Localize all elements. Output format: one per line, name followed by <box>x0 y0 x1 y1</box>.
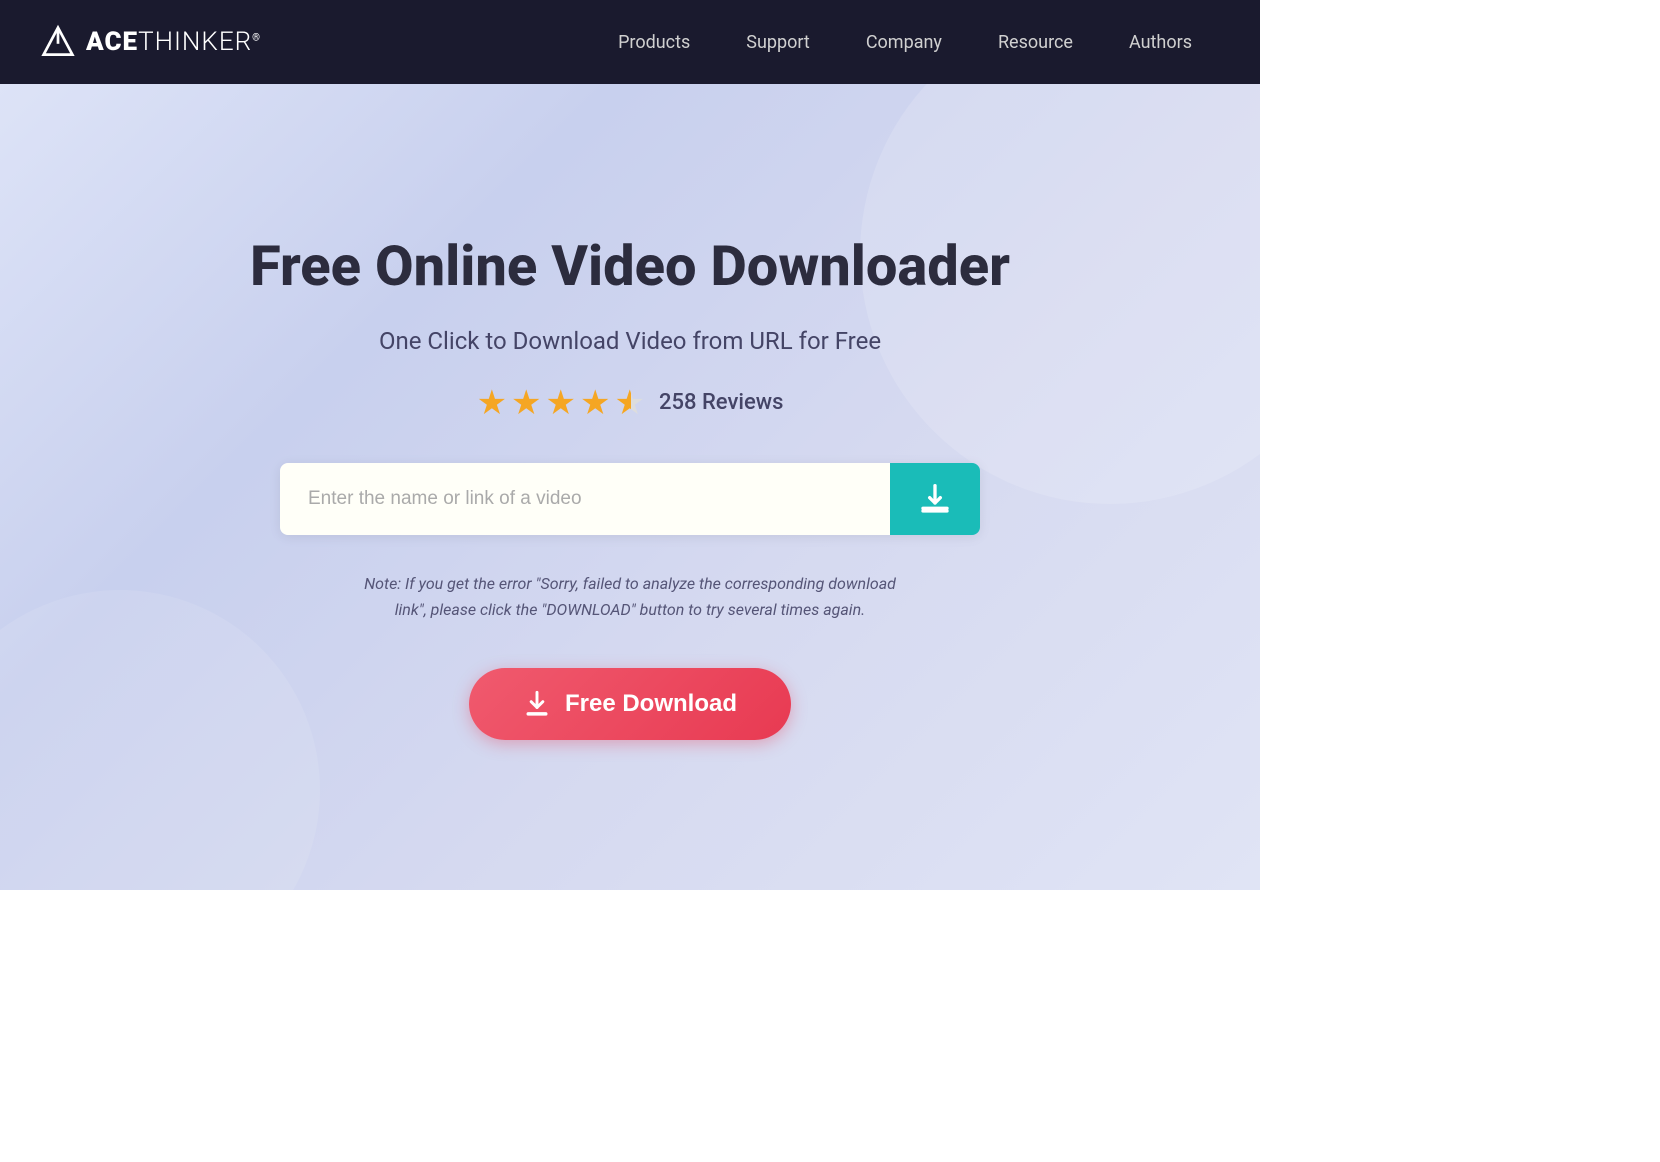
hero-subtitle: One Click to Download Video from URL for… <box>379 327 881 355</box>
star-5: ★ ★ <box>615 383 645 423</box>
rating-row: ★ ★ ★ ★ ★ ★ 258 Reviews <box>477 383 784 423</box>
star-4: ★ <box>580 383 610 423</box>
nav-item-resource[interactable]: Resource <box>970 22 1101 63</box>
logo-text: ACETHINKER® <box>86 27 261 57</box>
free-download-button[interactable]: Free Download <box>469 668 791 740</box>
download-icon <box>919 483 951 515</box>
hero-section: Free Online Video Downloader One Click t… <box>0 84 1260 890</box>
nav-link-support[interactable]: Support <box>718 22 838 63</box>
free-download-icon <box>523 690 551 718</box>
search-button[interactable] <box>890 463 980 535</box>
reviews-count: 258 Reviews <box>659 390 783 415</box>
star-rating: ★ ★ ★ ★ ★ ★ <box>477 383 645 423</box>
nav-link-products[interactable]: Products <box>590 22 718 63</box>
nav-item-products[interactable]: Products <box>590 22 718 63</box>
free-download-label: Free Download <box>565 690 737 718</box>
search-row <box>280 463 980 535</box>
note-text: Note: If you get the error "Sorry, faile… <box>350 571 910 624</box>
star-1: ★ <box>477 383 507 423</box>
nav-menu: Products Support Company Resource Author… <box>301 22 1220 63</box>
nav-link-authors[interactable]: Authors <box>1101 22 1220 63</box>
logo[interactable]: ACETHINKER® <box>40 24 261 60</box>
logo-icon <box>40 24 76 60</box>
nav-item-company[interactable]: Company <box>838 22 970 63</box>
star-3: ★ <box>546 383 576 423</box>
search-input[interactable] <box>280 463 890 535</box>
nav-item-authors[interactable]: Authors <box>1101 22 1220 63</box>
nav-link-company[interactable]: Company <box>838 22 970 63</box>
nav-link-resource[interactable]: Resource <box>970 22 1101 63</box>
nav-item-support[interactable]: Support <box>718 22 838 63</box>
hero-title: Free Online Video Downloader <box>250 234 1010 298</box>
navbar: ACETHINKER® Products Support Company Res… <box>0 0 1260 84</box>
star-2: ★ <box>511 383 541 423</box>
